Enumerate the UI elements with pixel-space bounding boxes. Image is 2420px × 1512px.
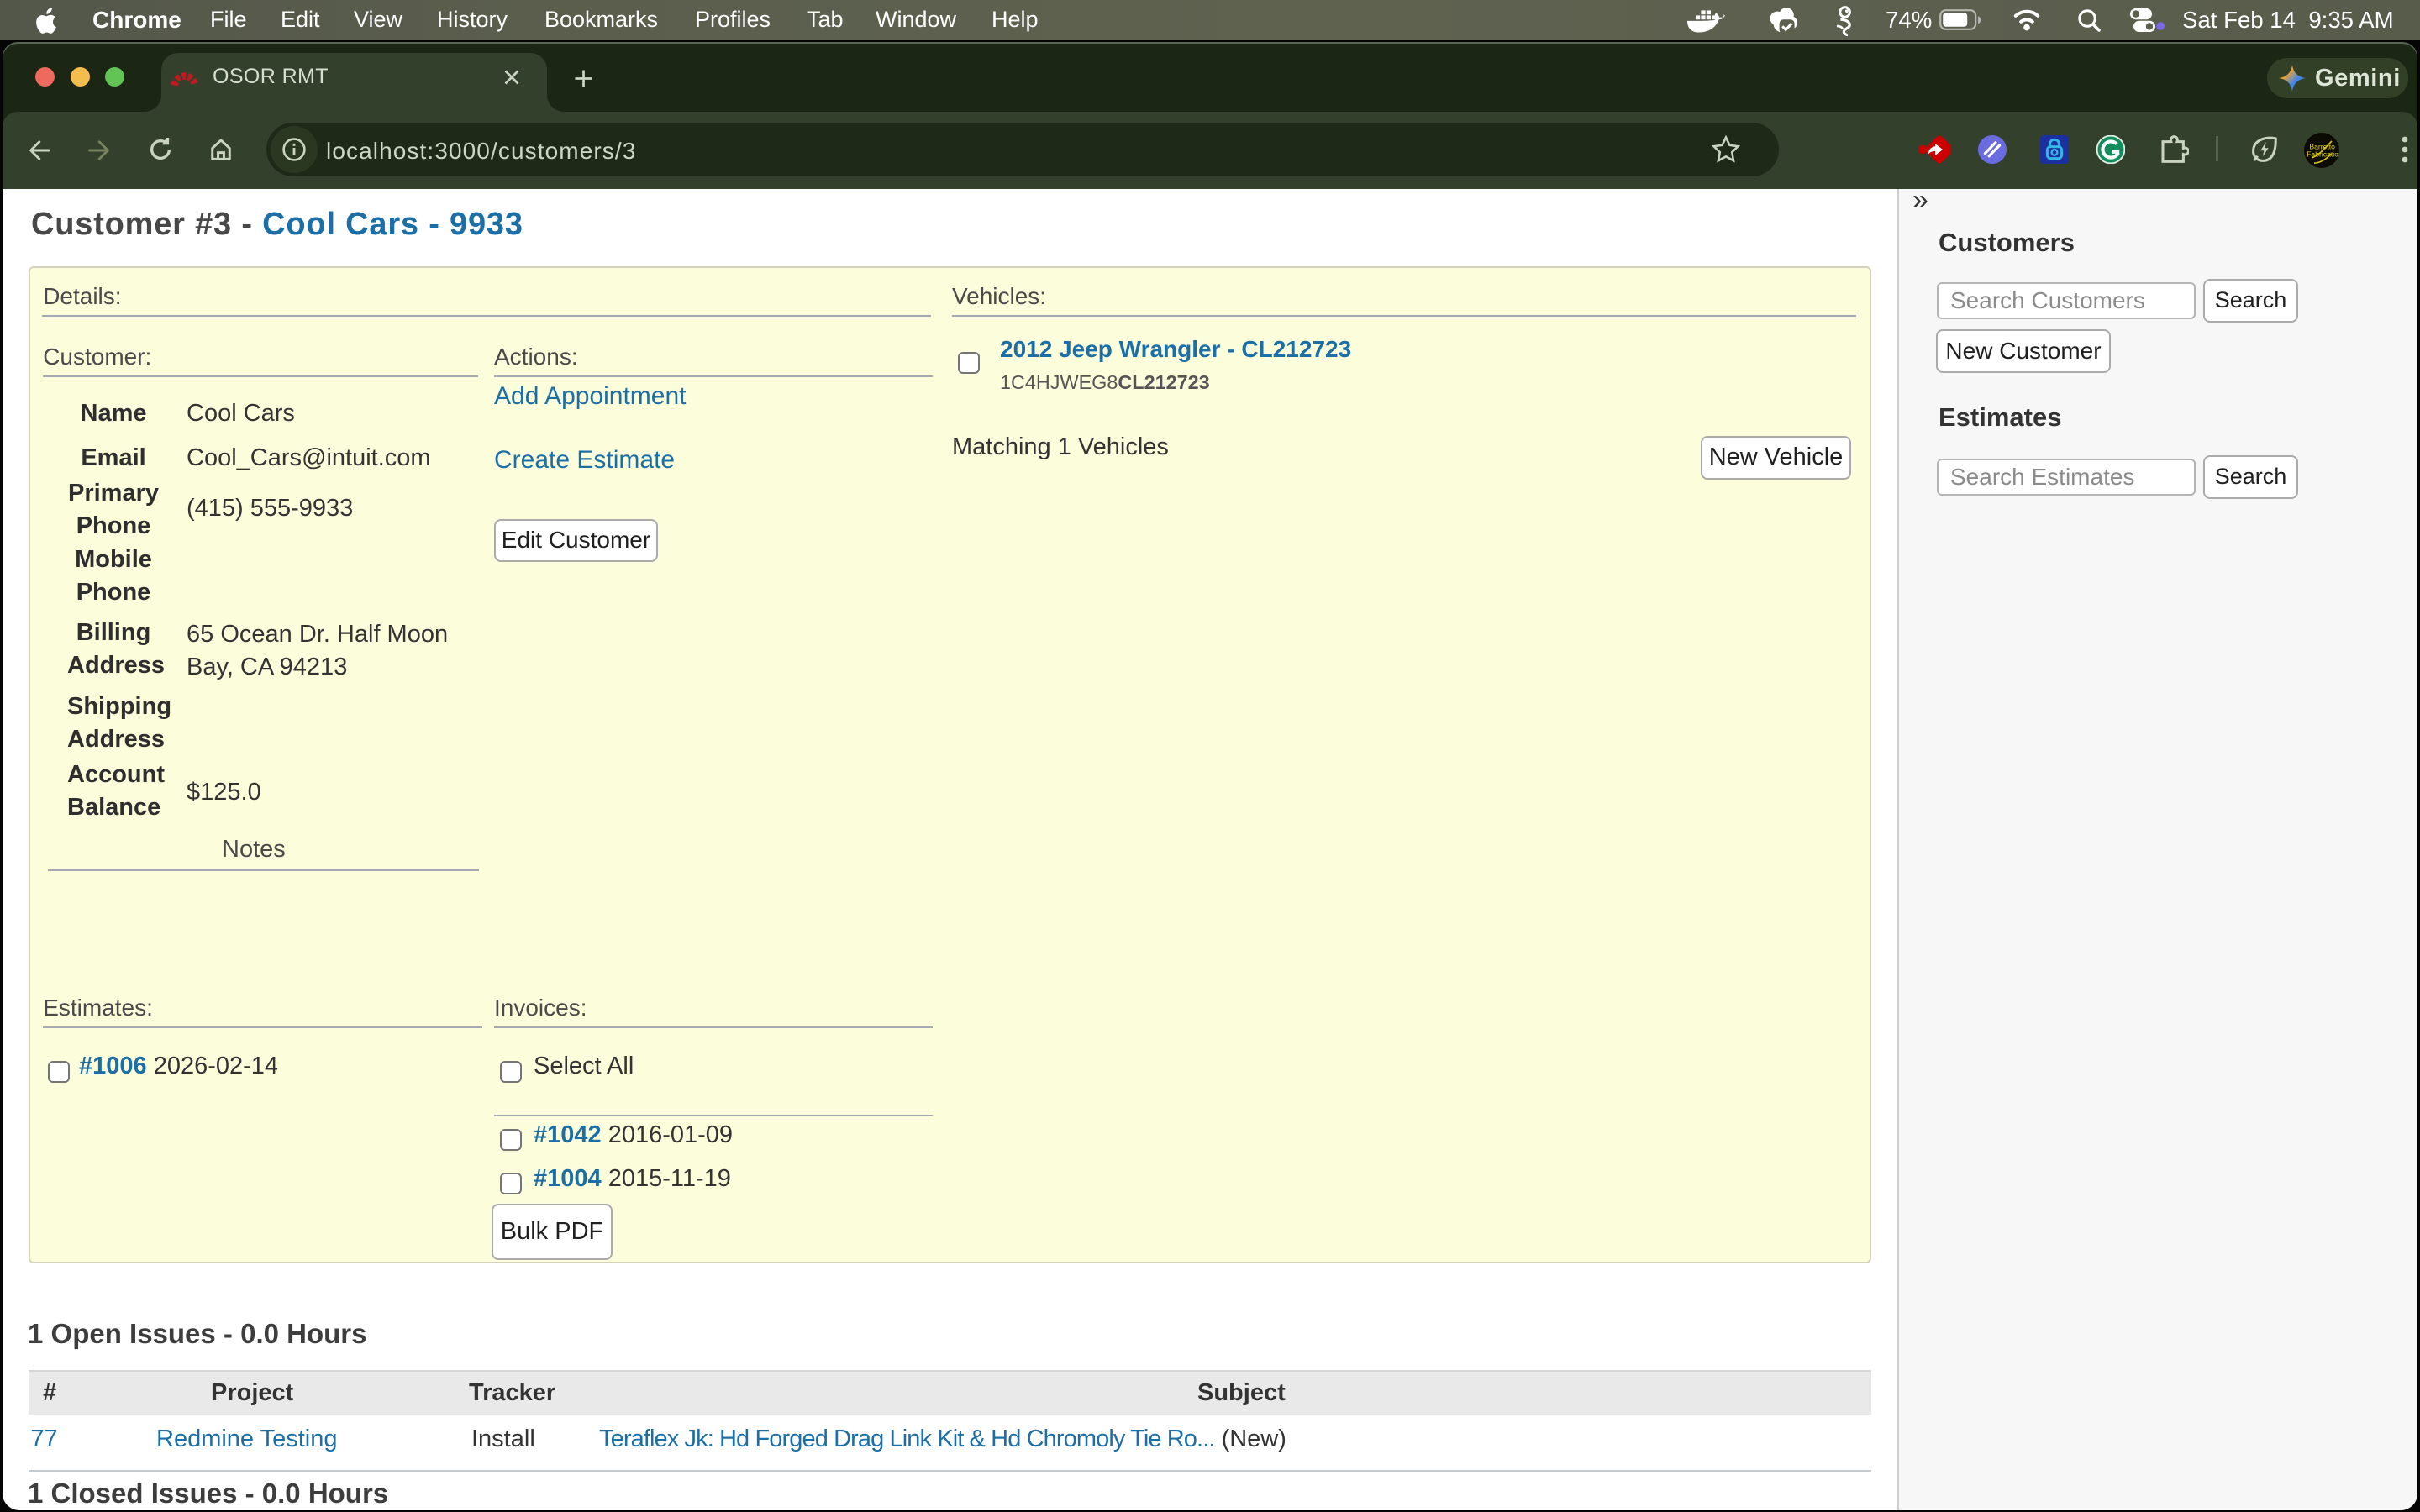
svg-text:Fabrication: Fabrication xyxy=(2307,150,2339,158)
